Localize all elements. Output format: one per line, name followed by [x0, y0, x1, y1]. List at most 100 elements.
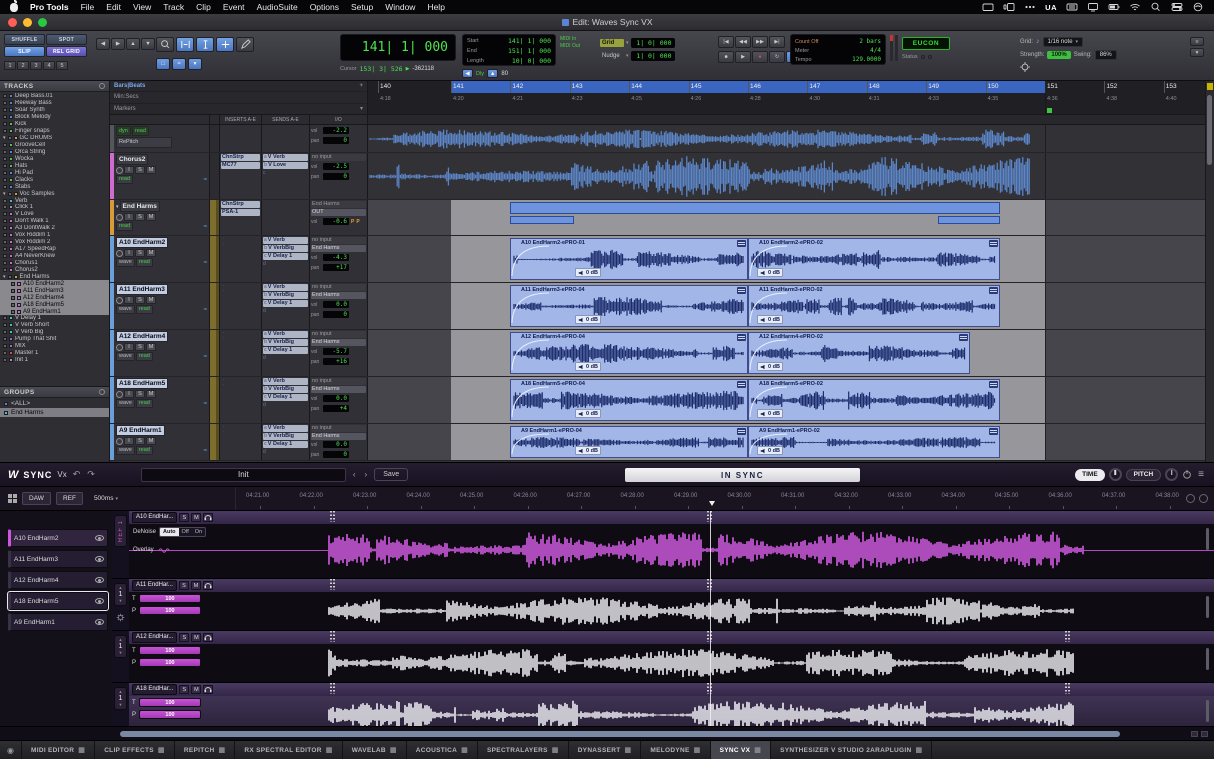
mode-slip[interactable]: SLIP	[4, 46, 45, 57]
play-button[interactable]: ▶	[735, 51, 751, 63]
denoise-option-auto[interactable]: Auto	[160, 528, 179, 536]
input-monitor-button[interactable]: I	[124, 249, 134, 257]
return-to-start-button[interactable]: |◀	[718, 36, 734, 48]
ref-track-lane[interactable]: A10 EndHar...SMDeNoiseAutoOffOnOverlay	[129, 511, 1214, 578]
send-slot[interactable]: cV Delay 1	[263, 347, 308, 354]
send-slot[interactable]: cV Delay 1	[263, 253, 308, 260]
selection-field[interactable]: End151| 1| 000	[463, 46, 555, 56]
send-slot[interactable]: cV Delay 1	[263, 441, 308, 448]
denoise-segmented-control[interactable]: AutoOffOn	[159, 527, 206, 537]
pan-value[interactable]: 0	[323, 311, 349, 318]
pitch-slider[interactable]: P100	[132, 606, 201, 615]
plugin-track-lane[interactable]: A12 EndHar...SMT100P100	[129, 631, 1214, 682]
sidebar-track-item[interactable]: GrooveCell	[0, 142, 109, 149]
input-path[interactable]: no input	[311, 237, 366, 244]
send-slot[interactable]: bV VerbBig	[263, 245, 308, 252]
track-name[interactable]: Chorus2	[116, 154, 148, 165]
record-arm-button[interactable]	[116, 438, 123, 445]
clip-gain-badge[interactable]: 0 dB	[575, 315, 601, 324]
plugin-track-name[interactable]: A11 EndHar...	[132, 580, 177, 591]
automation-mode[interactable]: read	[132, 126, 149, 136]
sidebar-track-item[interactable]: ▾Voc Samples	[0, 190, 109, 197]
visibility-eye-icon[interactable]	[95, 619, 104, 625]
output-path[interactable]: OUT	[311, 209, 366, 216]
volume-value[interactable]: 0.0	[323, 301, 349, 308]
sync-marker[interactable]	[1065, 683, 1070, 694]
taskbar-item-clip-effects[interactable]: CLIP EFFECTS▦	[95, 741, 175, 759]
scrollbar-thumb[interactable]	[1207, 95, 1212, 165]
insert-slot[interactable]: ChnStrp	[221, 154, 260, 161]
selector-tool[interactable]	[196, 37, 214, 52]
menu-window[interactable]: Window	[385, 2, 415, 12]
track-header[interactable]: Chorus2ISMread≈ChnStrpMC77aV VerbbV Love…	[110, 153, 368, 199]
audio-clip[interactable]: A12 EndHarm4-ePRO-040 dB	[510, 332, 748, 374]
pan-value[interactable]: 0	[323, 137, 349, 144]
mode-rel-grid[interactable]: REL GRID	[46, 46, 87, 57]
elastic-audio-icon[interactable]: ≈	[204, 307, 207, 313]
pitch-slider[interactable]: P100	[132, 710, 201, 719]
send-slot[interactable]: bV VerbBig	[263, 433, 308, 440]
fast-forward-button[interactable]: ▶▶	[752, 36, 768, 48]
display-icon[interactable]	[1087, 2, 1099, 12]
mute-button[interactable]: M	[146, 213, 156, 221]
mute-button[interactable]: M	[146, 437, 156, 445]
pitch-slider-value[interactable]: 100	[139, 658, 201, 667]
send-slot[interactable]: bV VerbBig	[263, 292, 308, 299]
mode-spot[interactable]: SPOT	[46, 34, 87, 45]
window-size-dropdown[interactable]: 500ms▾	[94, 495, 118, 502]
denoise-option-on[interactable]: On	[192, 528, 205, 536]
plugin-track-item[interactable]: A10 EndHarm2	[8, 529, 108, 547]
selection-field[interactable]: Start141| 1| 000	[463, 36, 555, 46]
plugin-horizontal-scrollbar[interactable]	[120, 731, 1120, 737]
meter-field[interactable]: Meter4/4	[791, 46, 885, 55]
snapshot-b-icon[interactable]	[1199, 494, 1208, 503]
power-icon[interactable]	[1182, 466, 1192, 484]
elastic-audio-icon[interactable]: ≈	[204, 177, 207, 183]
folder-expander-icon[interactable]: ▾	[116, 204, 119, 210]
dyn-indicator[interactable]: dyn	[116, 126, 131, 136]
sidebar-track-item[interactable]: Master 1	[0, 350, 109, 357]
zoom-preset-tab[interactable]: ▲1▼	[114, 635, 127, 658]
wifi-icon[interactable]	[1129, 2, 1141, 12]
pan-value[interactable]: +4	[323, 405, 349, 412]
audio-clip[interactable]: A18 EndHarm5-ePRO-020 dB	[748, 379, 1000, 421]
tracks-panel-title[interactable]: TRACKS	[0, 81, 109, 92]
panel-menu-icon[interactable]	[99, 83, 105, 89]
automation-mode[interactable]: read	[116, 175, 133, 184]
loop-button[interactable]: ↻	[769, 51, 785, 63]
visibility-eye-icon[interactable]	[95, 577, 104, 583]
edit-tool-option[interactable]: ≈	[172, 58, 186, 70]
track-header[interactable]: ▾End HarmsISMread≈ChnStrpPSA-1End HarmsO…	[110, 200, 368, 235]
record-button[interactable]: ●	[752, 51, 768, 63]
sidebar-track-item[interactable]: Pump That Shit	[0, 336, 109, 343]
go-to-end-button[interactable]: ▶|	[769, 36, 785, 48]
group-item[interactable]: End Harms	[0, 408, 109, 417]
stop-button[interactable]: ■	[718, 51, 734, 63]
solo-button[interactable]: S	[179, 633, 189, 642]
time-slider[interactable]: T100	[132, 698, 201, 707]
sidebar-track-item[interactable]: V Verb Big	[0, 329, 109, 336]
menu-setup[interactable]: Setup	[351, 2, 373, 12]
record-arm-button[interactable]	[116, 344, 123, 351]
zoom-toggle[interactable]	[1207, 83, 1213, 90]
sidebar-track-item[interactable]: Vox Riddim 2	[0, 239, 109, 246]
elastic-audio-icon[interactable]: ≈	[204, 354, 207, 360]
volume-value[interactable]: -0.6	[323, 218, 349, 225]
solo-button[interactable]: S	[135, 437, 145, 445]
input-monitor-button[interactable]: I	[124, 437, 134, 445]
panel-menu-icon[interactable]	[99, 389, 105, 395]
listen-button[interactable]	[203, 633, 213, 642]
sidebar-track-item[interactable]: V Verb Short	[0, 322, 109, 329]
grid-field[interactable]: Grid▾1| 0| 000	[600, 36, 675, 49]
sidebar-track-item[interactable]: Chorus1	[0, 260, 109, 267]
selection-field[interactable]: Length10| 0| 000	[463, 56, 555, 66]
dock-handle-icon[interactable]: ◉	[0, 741, 22, 759]
mute-button[interactable]: M	[191, 581, 201, 590]
resize-icon[interactable]	[1201, 731, 1208, 737]
input-path[interactable]: no input	[311, 154, 366, 161]
pencil-tool[interactable]	[236, 37, 254, 52]
menu-event[interactable]: Event	[223, 2, 245, 12]
plugin-track-item[interactable]: A11 EndHarm3	[8, 550, 108, 568]
sync-marker[interactable]	[330, 631, 335, 642]
prev-preset-icon[interactable]: ‹	[351, 470, 358, 479]
